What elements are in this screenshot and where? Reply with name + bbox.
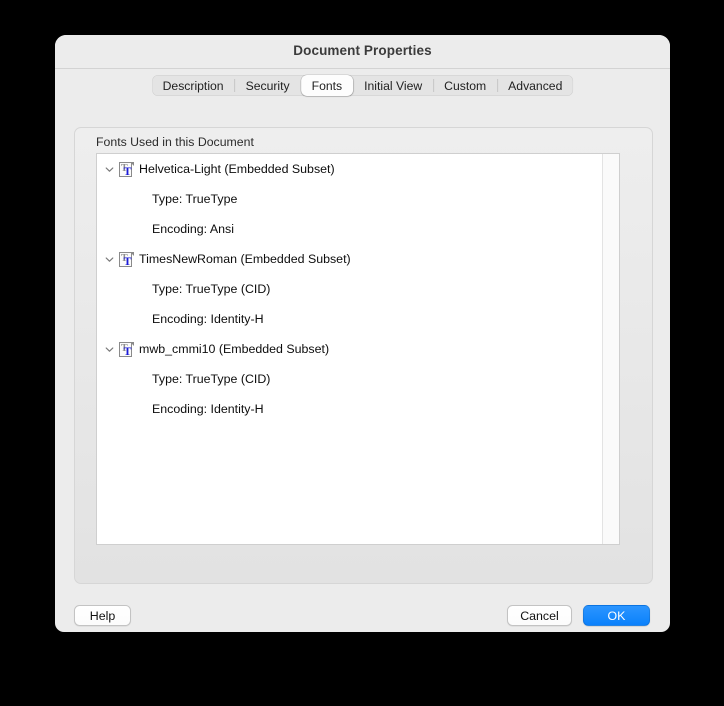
tab-fonts[interactable]: Fonts [300, 75, 354, 96]
font-name-label: mwb_cmmi10 (Embedded Subset) [139, 342, 330, 356]
tab-label: Custom [444, 78, 487, 93]
fonts-list-frame: T T Helvetica-Light (Embedded Subset) Type:… [96, 153, 620, 545]
font-entry-row[interactable]: T T mwb_cmmi10 (Embedded Subset) [97, 334, 603, 364]
font-detail-row: Encoding: Ansi [152, 222, 234, 236]
font-detail-row: Type: TrueType [152, 192, 238, 206]
tab-label: Description [162, 78, 224, 93]
font-file-icon: TT [118, 341, 135, 358]
tab-label: Initial View [364, 78, 423, 93]
chevron-down-icon[interactable] [101, 154, 118, 184]
dialog-titlebar: Document Properties [55, 35, 670, 69]
font-file-icon: TT [118, 161, 135, 178]
font-name-label: Helvetica-Light (Embedded Subset) [139, 162, 335, 176]
fonts-list: T T Helvetica-Light (Embedded Subset) Type:… [97, 154, 603, 544]
ok-button[interactable]: OK [583, 605, 650, 626]
font-file-icon: TT [118, 251, 135, 268]
font-detail-row: Encoding: Identity-H [152, 402, 264, 416]
tab-bar: Description Security Fonts Initial View Cust… [55, 69, 670, 100]
segmented-tab-control[interactable]: Description Security Fonts Initial View Cust… [151, 75, 574, 96]
dialog-title: Document Properties [293, 43, 432, 58]
tab-advanced[interactable]: Advanced [496, 75, 573, 96]
help-button[interactable]: Help [74, 605, 131, 626]
chevron-down-icon[interactable] [101, 334, 118, 364]
tab-initial-view[interactable]: Initial View [353, 75, 433, 96]
tab-description[interactable]: Description [152, 75, 235, 96]
tab-label: Advanced [508, 78, 563, 93]
font-detail-row: Type: TrueType (CID) [152, 282, 271, 296]
fonts-group-label: Fonts Used in this Document [96, 135, 254, 149]
font-name-label: TimesNewRoman (Embedded Subset) [139, 252, 351, 266]
tab-label: Fonts [311, 78, 343, 93]
tab-separator [234, 79, 236, 92]
font-detail-row: Type: TrueType (CID) [152, 372, 271, 386]
font-entry-row[interactable]: T T TimesNewRoman (Embedded Subset) [97, 244, 603, 274]
cancel-button[interactable]: Cancel [507, 605, 572, 626]
tab-security[interactable]: Security [234, 75, 301, 96]
chevron-down-icon[interactable] [101, 244, 118, 274]
tab-custom[interactable]: Custom [432, 75, 497, 96]
vertical-scrollbar[interactable] [602, 154, 619, 544]
tab-separator [496, 79, 498, 92]
tab-separator [432, 79, 434, 92]
font-entry-row[interactable]: T T Helvetica-Light (Embedded Subset) [97, 154, 603, 184]
font-detail-row: Encoding: Identity-H [152, 312, 264, 326]
document-properties-dialog: Document Properties Description Security F… [55, 35, 670, 632]
tab-label: Security [245, 78, 290, 93]
